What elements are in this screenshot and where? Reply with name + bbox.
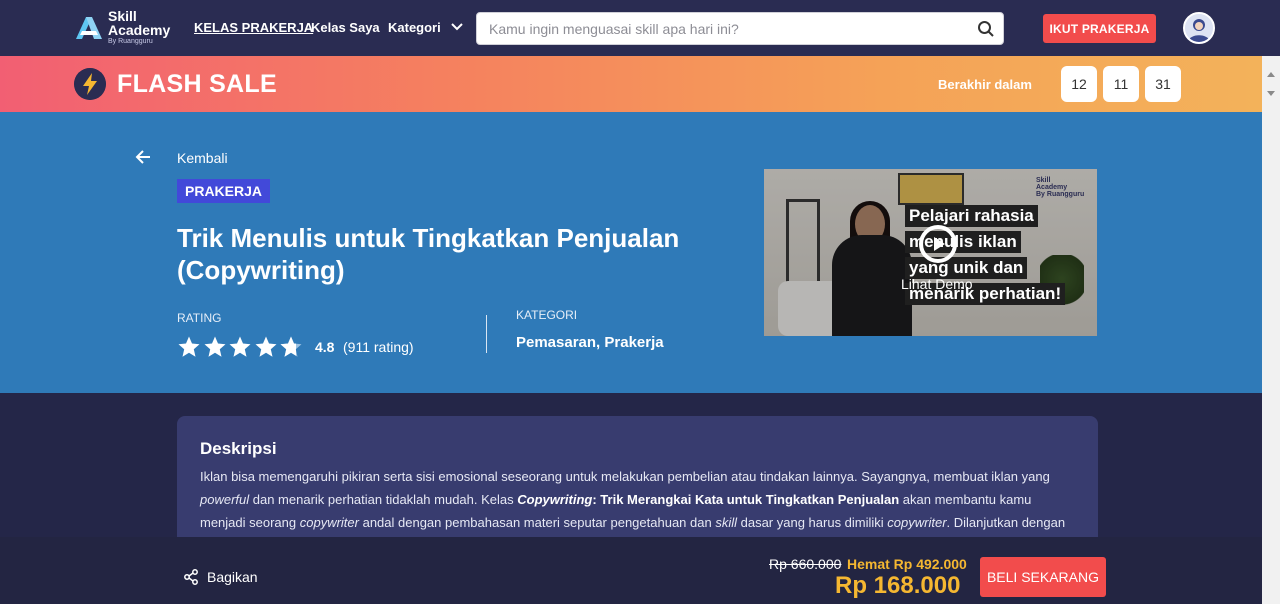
desc-emphasis: skill: [715, 515, 737, 530]
rating-stars: [177, 335, 305, 359]
lightning-bolt-icon: [74, 68, 106, 100]
nav-link-kelas-prakerja[interactable]: KELAS PRAKERJA: [194, 20, 313, 35]
category-label: KATEGORI: [516, 308, 578, 322]
desc-emphasis: copywriter: [299, 515, 359, 530]
search-icon[interactable]: [977, 20, 995, 38]
ikut-prakerja-button[interactable]: IKUT PRAKERJA: [1043, 14, 1156, 43]
video-brand-line-1: Skill: [1036, 177, 1051, 184]
desc-text: Iklan bisa memengaruhi pikiran serta sis…: [200, 469, 1050, 484]
ends-in-label: Berakhir dalam: [938, 77, 1032, 92]
prakerja-badge: PRAKERJA: [177, 179, 271, 203]
description-title: Deskripsi: [200, 439, 277, 458]
lihat-demo-label[interactable]: Lihat Demo: [901, 276, 973, 292]
desc-emphasis: powerful: [200, 492, 250, 507]
scroll-up-icon[interactable]: [1266, 70, 1276, 78]
share-button[interactable]: Bagikan: [207, 569, 258, 585]
countdown-hours: 12: [1061, 66, 1097, 102]
logo-line-1: Skill: [108, 8, 137, 24]
flash-sale-banner: FLASH SALE Berakhir dalam 12 11 31: [0, 56, 1262, 112]
desc-strong-emphasis: Copywriting: [517, 492, 593, 507]
video-brand-line-2: Academy: [1036, 184, 1068, 191]
scroll-down-icon[interactable]: [1266, 90, 1276, 98]
desc-emphasis: copywriter: [887, 515, 947, 530]
logo-text: Skill Academy By Ruangguru: [108, 9, 170, 46]
divider: [486, 315, 487, 353]
desc-text: dasar yang harus dimiliki: [737, 515, 888, 530]
rating-value: 4.8: [315, 339, 335, 355]
desc-strong: Copywriting: Trik Merangkai Kata untuk T…: [517, 492, 899, 507]
video-brand-line-3: By Ruangguru: [1036, 191, 1085, 198]
nav-link-kelas-saya[interactable]: Kelas Saya: [311, 20, 380, 35]
rating-label: RATING: [177, 311, 222, 325]
countdown-seconds: 31: [1145, 66, 1181, 102]
star-icon: [229, 336, 251, 357]
nav-link-kategori[interactable]: Kategori: [388, 20, 441, 35]
video-brand: Skill Academy By Ruangguru: [1036, 177, 1084, 198]
savings-label: Hemat Rp 492.000: [847, 556, 967, 572]
chevron-down-icon[interactable]: [450, 20, 464, 34]
arrow-left-icon[interactable]: [135, 149, 151, 165]
rating-count: (911 rating): [343, 339, 414, 355]
star-icon: [178, 336, 200, 357]
avatar[interactable]: [1183, 12, 1215, 44]
desc-text: andal dengan pembahasan materi seputar p…: [358, 515, 716, 530]
category-value: Pemasaran, Prakerja: [516, 334, 664, 351]
course-title: Trik Menulis untuk Tingkatkan Penjualan …: [177, 223, 680, 285]
star-icon: [255, 336, 276, 357]
vertical-scrollbar[interactable]: [1262, 56, 1280, 604]
desc-strong-text: : Trik Merangkai Kata untuk Tingkatkan P…: [592, 492, 900, 507]
buy-now-button[interactable]: BELI SEKARANG: [980, 557, 1106, 597]
share-icon[interactable]: [183, 569, 199, 585]
back-link[interactable]: Kembali: [177, 150, 228, 166]
logo-line-3: By Ruangguru: [108, 38, 153, 45]
star-half-icon: [280, 336, 302, 357]
original-price: Rp 660.000: [769, 556, 842, 572]
countdown-minutes: 11: [1103, 66, 1139, 102]
logo-icon: [76, 16, 102, 39]
sale-price: Rp 168.000: [835, 572, 961, 599]
top-navbar: Skill Academy By Ruangguru KELAS PRAKERJ…: [0, 0, 1280, 56]
play-icon[interactable]: [918, 224, 958, 264]
desc-text: dan menarik perhatian tidaklah mudah. Ke…: [249, 492, 518, 507]
search-input[interactable]: [489, 13, 969, 44]
search-bar: [476, 12, 1004, 45]
skill-academy-logo[interactable]: Skill Academy By Ruangguru: [74, 9, 170, 46]
flash-sale-title: FLASH SALE: [117, 70, 277, 98]
user-avatar-icon: [1185, 14, 1213, 42]
logo-line-2: Academy: [108, 22, 171, 38]
star-icon: [204, 336, 225, 357]
